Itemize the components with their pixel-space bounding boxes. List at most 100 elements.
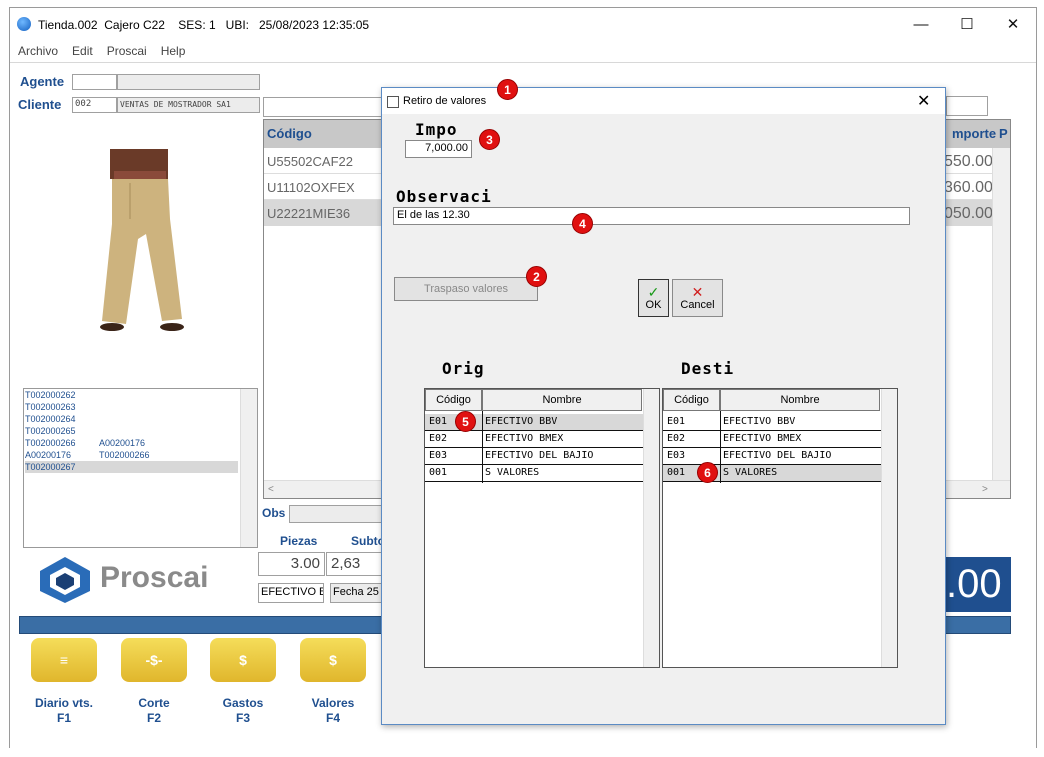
annotation-badge-1: 1 bbox=[497, 79, 518, 100]
grid-col-importe[interactable]: mporte bbox=[952, 126, 996, 141]
dest-list: Código Nombre E01 EFECTIVO BBV E02 EFECTIV… bbox=[662, 388, 898, 668]
row-importe: 550.00 bbox=[944, 153, 993, 170]
maximize-button[interactable]: ☐ bbox=[944, 8, 990, 40]
client-name-field: VENTAS DE MOSTRADOR SA1 bbox=[117, 97, 260, 113]
check-icon: ✓ bbox=[647, 284, 660, 300]
big-total: .00 bbox=[946, 557, 1011, 612]
subtotal-value: 2,63 bbox=[326, 552, 382, 576]
gastos-label: Gastos F3 bbox=[222, 696, 264, 725]
agent-label: Agente bbox=[20, 74, 65, 89]
corte-button[interactable]: -$- bbox=[121, 638, 187, 682]
menu-help[interactable]: Help bbox=[161, 44, 186, 58]
obs-label: Obs bbox=[262, 506, 286, 520]
annotation-badge-5: 5 bbox=[455, 411, 476, 432]
list-item[interactable]: E03 EFECTIVO DEL BAJIO bbox=[663, 448, 881, 465]
list-item[interactable]: 001 S VALORES bbox=[425, 465, 643, 482]
origin-vscroll[interactable] bbox=[643, 389, 659, 667]
dest-col-code[interactable]: Código bbox=[663, 389, 720, 411]
dialog-window-icon bbox=[387, 96, 399, 108]
proscai-logo-icon bbox=[40, 557, 90, 603]
scroll-right-icon[interactable]: > bbox=[982, 484, 988, 495]
grid-col-code[interactable]: Código bbox=[267, 126, 312, 141]
list-item[interactable]: T002000264 bbox=[25, 413, 238, 425]
list-item-selected[interactable]: T002000267 bbox=[25, 461, 238, 473]
observacion-label: Observaci bbox=[396, 187, 492, 206]
list-item[interactable]: E02 EFECTIVO BMEX bbox=[663, 431, 881, 448]
annotation-badge-6: 6 bbox=[697, 462, 718, 483]
close-button[interactable]: ✕ bbox=[990, 8, 1036, 40]
scroll-left-icon[interactable]: < bbox=[268, 484, 274, 495]
diario-button[interactable]: ≡ bbox=[31, 638, 97, 682]
piezas-label: Piezas bbox=[280, 534, 318, 548]
gastos-button[interactable]: $ bbox=[210, 638, 276, 682]
menu-archivo[interactable]: Archivo bbox=[18, 44, 58, 58]
row-importe: 050.00 bbox=[944, 205, 993, 222]
valores-icon: $ bbox=[329, 652, 337, 668]
dialog-close-button[interactable]: ✕ bbox=[917, 91, 930, 111]
origin-label: Orig bbox=[442, 359, 485, 378]
observacion-input[interactable]: El de las 12.30 bbox=[393, 207, 910, 225]
list-item[interactable]: E03 EFECTIVO DEL BAJIO bbox=[425, 448, 643, 465]
list-item[interactable]: T002000265 bbox=[25, 425, 238, 437]
cancel-button[interactable]: ✕ Cancel bbox=[672, 279, 723, 317]
dest-label: Desti bbox=[681, 359, 735, 378]
diario-label: Diario vts. F1 bbox=[34, 696, 94, 725]
agent-code-input[interactable] bbox=[72, 74, 117, 90]
title-bar: Tienda.002 Cajero C22 SES: 1 UBI: 25/08/… bbox=[10, 8, 1036, 40]
origin-col-divider bbox=[482, 411, 483, 483]
traspaso-valores-button[interactable]: Traspaso valores bbox=[394, 277, 538, 301]
cancel-x-icon: ✕ bbox=[691, 284, 704, 300]
list-item[interactable]: E01 EFECTIVO BBV bbox=[663, 414, 881, 431]
agent-name-field bbox=[117, 74, 260, 90]
ok-label: OK bbox=[645, 299, 662, 311]
row-code: U55502CAF22 bbox=[267, 154, 353, 169]
search-field[interactable] bbox=[263, 97, 383, 117]
menu-proscai[interactable]: Proscai bbox=[107, 44, 147, 58]
ticket-list: T002000262 T002000263 T002000264 T002000… bbox=[23, 388, 258, 548]
window-title: Tienda.002 Cajero C22 SES: 1 UBI: 25/08/… bbox=[38, 18, 370, 32]
diario-icon: ≡ bbox=[59, 652, 69, 668]
payment-field[interactable]: EFECTIVO B bbox=[258, 583, 324, 603]
logo-text: Proscai bbox=[100, 561, 209, 594]
list-item[interactable]: E02 EFECTIVO BMEX bbox=[425, 431, 643, 448]
importe-input[interactable]: 7,000.00 bbox=[405, 140, 472, 158]
menu-edit[interactable]: Edit bbox=[72, 44, 93, 58]
list-item[interactable]: T002000266 A00200176 bbox=[25, 437, 238, 449]
annotation-badge-4: 4 bbox=[572, 213, 593, 234]
menu-bar: Archivo Edit Proscai Help bbox=[10, 40, 1036, 62]
dest-vscroll[interactable] bbox=[881, 389, 897, 667]
client-label: Cliente bbox=[18, 97, 62, 112]
annotation-badge-3: 3 bbox=[479, 129, 500, 150]
app-globe-icon bbox=[17, 17, 31, 31]
row-importe: 360.00 bbox=[944, 179, 993, 196]
retiro-dialog: Retiro de valores ✕ Impo 7,000.00 Observ… bbox=[381, 87, 946, 725]
dest-col-name[interactable]: Nombre bbox=[720, 389, 880, 411]
extra-field[interactable] bbox=[946, 96, 988, 116]
cancel-label: Cancel bbox=[680, 299, 715, 311]
fecha-field: Fecha 25 bbox=[330, 583, 382, 603]
subtotal-label: Subto bbox=[351, 534, 385, 548]
ticket-vscroll[interactable] bbox=[240, 389, 257, 547]
piezas-value: 3.00 bbox=[258, 552, 325, 576]
grid-vscroll[interactable] bbox=[992, 148, 1010, 480]
origin-col-code[interactable]: Código bbox=[425, 389, 482, 411]
row-code: U22221MIE36 bbox=[267, 206, 351, 221]
minimize-button[interactable]: — bbox=[898, 8, 944, 40]
valores-button[interactable]: $ bbox=[300, 638, 366, 682]
dialog-title-bar: Retiro de valores ✕ bbox=[382, 88, 945, 114]
list-item[interactable]: A00200176 T002000266 bbox=[25, 449, 238, 461]
dialog-title: Retiro de valores bbox=[403, 95, 487, 107]
origin-col-name[interactable]: Nombre bbox=[482, 389, 642, 411]
corte-label: Corte F2 bbox=[138, 696, 170, 725]
list-item[interactable]: T002000262 bbox=[25, 389, 238, 401]
traspaso-label: Traspaso valores bbox=[424, 283, 508, 295]
ok-button[interactable]: ✓ OK bbox=[638, 279, 669, 317]
grid-col-p[interactable]: P bbox=[999, 126, 1008, 141]
list-item-selected[interactable]: 001 S VALORES bbox=[663, 465, 881, 482]
list-item[interactable]: T002000263 bbox=[25, 401, 238, 413]
valores-label: Valores F4 bbox=[311, 696, 355, 725]
row-code: U11102OXFEX bbox=[267, 180, 355, 195]
corte-icon: -$- bbox=[145, 652, 163, 668]
obs-field[interactable] bbox=[289, 505, 389, 523]
client-code-input[interactable]: 002 bbox=[72, 97, 117, 113]
